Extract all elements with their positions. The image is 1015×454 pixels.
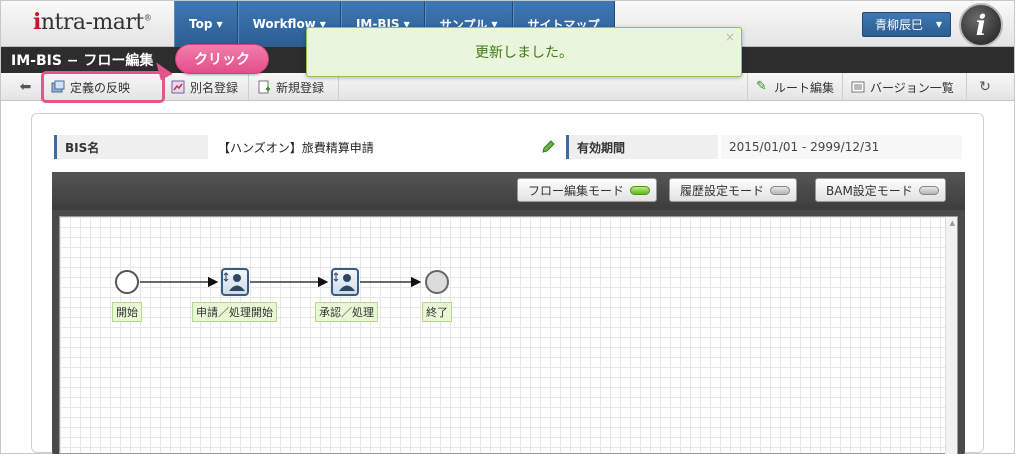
history-setting-mode-label: 履歴設定モード: [680, 183, 765, 198]
back-button[interactable]: ⬅: [9, 73, 43, 101]
user-task-icon: [333, 272, 355, 291]
toast-message: 更新しました。: [475, 45, 573, 61]
success-toast: 更新しました。 ×: [306, 27, 742, 77]
arrow-left-icon: ⬅: [19, 79, 32, 95]
close-icon[interactable]: ×: [725, 30, 735, 44]
scroll-up-icon[interactable]: ▲: [950, 219, 955, 227]
end-node-label: 終了: [422, 302, 452, 322]
apply-definition-button[interactable]: 定義の反映: [41, 71, 165, 103]
approve-task-label: 承認／処理: [315, 302, 378, 322]
route-edit-button[interactable]: ✎ ルート編集: [747, 73, 843, 101]
bam-setting-mode-button[interactable]: BAM設定モード: [815, 178, 946, 202]
alias-register-icon: [171, 80, 185, 94]
chevron-down-icon: ▼: [935, 20, 942, 29]
user-name: 青柳辰巳: [875, 18, 924, 32]
flow-connectors: [140, 276, 422, 288]
chevron-down-icon: ▼: [216, 19, 223, 29]
history-setting-mode-button[interactable]: 履歴設定モード: [669, 178, 798, 202]
new-document-icon: [258, 80, 270, 94]
flow-canvas[interactable]: 開始 申請／処理開始 承認／処理 終了 ▲: [59, 216, 958, 454]
page-title: IM-BIS − フロー編集: [11, 53, 154, 69]
period-label: 有効期間: [566, 135, 718, 159]
flow-edit-mode-button[interactable]: フロー編集モード: [517, 178, 658, 202]
flow-editor: フロー編集モード 履歴設定モード BAM設定モード 開始 申請／処理開始 承認／…: [52, 172, 965, 454]
vertical-scrollbar[interactable]: ▲: [945, 217, 957, 454]
list-icon: [851, 81, 865, 93]
mode-indicator-off: [770, 185, 791, 195]
alias-register-button[interactable]: 別名登録: [163, 73, 249, 101]
apply-definition-label: 定義の反映: [70, 80, 131, 95]
mode-indicator-on: [630, 185, 651, 195]
new-register-button[interactable]: 新規登録: [249, 73, 339, 101]
nav-top-label: Top: [189, 17, 213, 31]
approve-task-node[interactable]: [331, 268, 359, 296]
period-value: 2015/01/01 - 2999/12/31: [721, 135, 962, 159]
apply-task-label: 申請／処理開始: [192, 302, 277, 322]
apply-definition-icon: [51, 80, 65, 93]
bis-info-row: BIS名 【ハンズオン】旅費精算申請 有効期間 2015/01/01 - 299…: [54, 135, 962, 159]
end-node[interactable]: [425, 270, 449, 294]
refresh-button[interactable]: ↻: [967, 73, 1003, 101]
user-menu[interactable]: 青柳辰巳 ▼: [862, 12, 951, 37]
nav-top[interactable]: Top ▼: [174, 1, 238, 47]
bis-name-value: 【ハンズオン】旅費精算申請: [218, 140, 374, 155]
start-node-label: 開始: [112, 302, 142, 322]
refresh-icon: ↻: [979, 79, 991, 95]
toolbar: ⬅ 定義の反映 別名登録 新規登録 ✎ ルート編集 バージョン一覧 ↻: [1, 71, 1014, 103]
main-panel: BIS名 【ハンズオン】旅費精算申請 有効期間 2015/01/01 - 299…: [31, 113, 984, 454]
user-task-icon: [223, 272, 245, 291]
version-list-label: バージョン一覧: [870, 80, 954, 95]
edit-name-icon[interactable]: [540, 139, 556, 155]
version-list-button[interactable]: バージョン一覧: [843, 73, 967, 101]
mode-indicator-off: [918, 185, 939, 195]
bam-setting-mode-label: BAM設定モード: [826, 183, 913, 198]
flow-edit-mode-label: フロー編集モード: [528, 183, 625, 198]
start-node[interactable]: [115, 270, 139, 294]
brand-i-icon[interactable]: i: [959, 3, 1003, 47]
intra-mart-logo[interactable]: intra-mart®: [33, 9, 152, 35]
apply-task-node[interactable]: [221, 268, 249, 296]
click-callout: クリック: [175, 44, 269, 74]
mode-bar: フロー編集モード 履歴設定モード BAM設定モード: [52, 172, 965, 210]
new-register-label: 新規登録: [276, 80, 325, 95]
route-edit-label: ルート編集: [773, 80, 834, 95]
alias-register-label: 別名登録: [190, 80, 239, 95]
bis-name-label: BIS名: [54, 135, 208, 159]
pencil-icon: ✎: [756, 79, 767, 94]
